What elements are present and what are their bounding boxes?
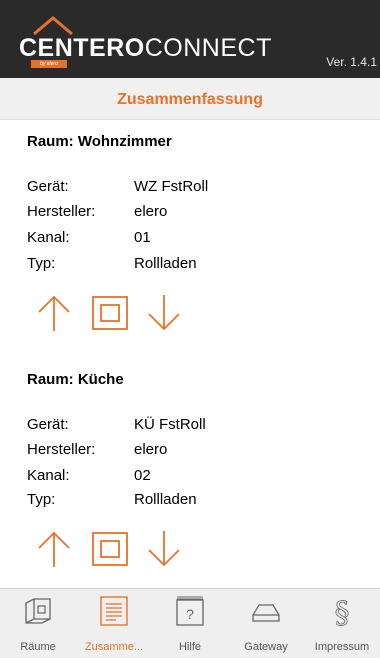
- field-label: Gerät:: [27, 416, 69, 433]
- tab-raeume[interactable]: Räume: [0, 589, 76, 658]
- tab-gateway[interactable]: Gateway: [228, 589, 304, 658]
- field-value: 01: [134, 229, 151, 246]
- field-value: Rollladen: [134, 491, 197, 508]
- field-label: Typ:: [27, 255, 56, 272]
- field-label: Typ:: [27, 491, 56, 508]
- tab-hilfe[interactable]: ? Hilfe: [152, 589, 228, 658]
- rooms-icon: [25, 598, 51, 624]
- tab-label: Räume: [20, 641, 56, 653]
- field-row-channel: Kanal: 02: [27, 467, 347, 487]
- svg-text:?: ?: [186, 606, 194, 622]
- tab-label: Impressum: [314, 641, 370, 653]
- field-label: Hersteller:: [27, 441, 96, 458]
- room-title: Raum: Wohnzimmer: [27, 133, 172, 150]
- tab-bar: Räume Zusamme... ? Hilfe Gateway § Impre…: [0, 588, 380, 658]
- field-label: Kanal:: [27, 229, 70, 246]
- gateway-icon: [252, 604, 280, 622]
- help-icon: ?: [176, 596, 204, 626]
- page-title: Zusammenfassung: [117, 91, 263, 108]
- summary-icon: [100, 596, 128, 626]
- tab-impressum[interactable]: § Impressum: [304, 589, 380, 658]
- centero-connect-logo: CENTEROCONNECT by elero: [16, 14, 271, 68]
- field-value: Rollladen: [134, 255, 197, 272]
- field-row-manufacturer: Hersteller: elero: [27, 203, 347, 223]
- stop-button[interactable]: [90, 529, 130, 569]
- logo-wordmark: CENTEROCONNECT: [19, 34, 272, 62]
- stop-button[interactable]: [90, 293, 130, 333]
- roof-icon: [33, 16, 73, 36]
- field-label: Gerät:: [27, 178, 69, 195]
- field-label: Hersteller:: [27, 203, 96, 220]
- room-title: Raum: Küche: [27, 371, 124, 388]
- arrow-up-button[interactable]: [34, 293, 74, 333]
- logo-subtitle: by elero: [31, 60, 67, 68]
- tab-label: Gateway: [244, 641, 288, 653]
- arrow-down-button[interactable]: [144, 293, 184, 333]
- field-label: Kanal:: [27, 467, 70, 484]
- svg-text:§: §: [335, 596, 350, 627]
- field-value: WZ FstRoll: [134, 178, 209, 195]
- field-row-manufacturer: Hersteller: elero: [27, 441, 347, 461]
- field-row-device: Gerät: KÜ FstRoll: [27, 416, 347, 436]
- field-value: KÜ FstRoll: [134, 416, 206, 433]
- field-row-device: Gerät: WZ FstRoll: [27, 178, 347, 198]
- paragraph-icon: §: [334, 596, 350, 627]
- field-row-type: Typ: Rollladen: [27, 491, 347, 511]
- title-bar: Zusammenfassung: [0, 78, 380, 120]
- app-header: CENTEROCONNECT by elero Ver. 1.4.1: [0, 0, 380, 78]
- tab-label: Zusamme...: [84, 641, 144, 653]
- field-value: elero: [134, 203, 168, 220]
- field-value: 02: [134, 467, 151, 484]
- field-value: elero: [134, 441, 168, 458]
- version-label: Ver. 1.4.1: [326, 55, 377, 69]
- arrow-down-button[interactable]: [144, 529, 184, 569]
- tab-label: Hilfe: [178, 641, 201, 653]
- field-row-type: Typ: Rollladen: [27, 255, 347, 275]
- field-row-channel: Kanal: 01: [27, 229, 347, 249]
- arrow-up-button[interactable]: [34, 529, 74, 569]
- tab-zusammenfassung[interactable]: Zusamme...: [76, 589, 152, 658]
